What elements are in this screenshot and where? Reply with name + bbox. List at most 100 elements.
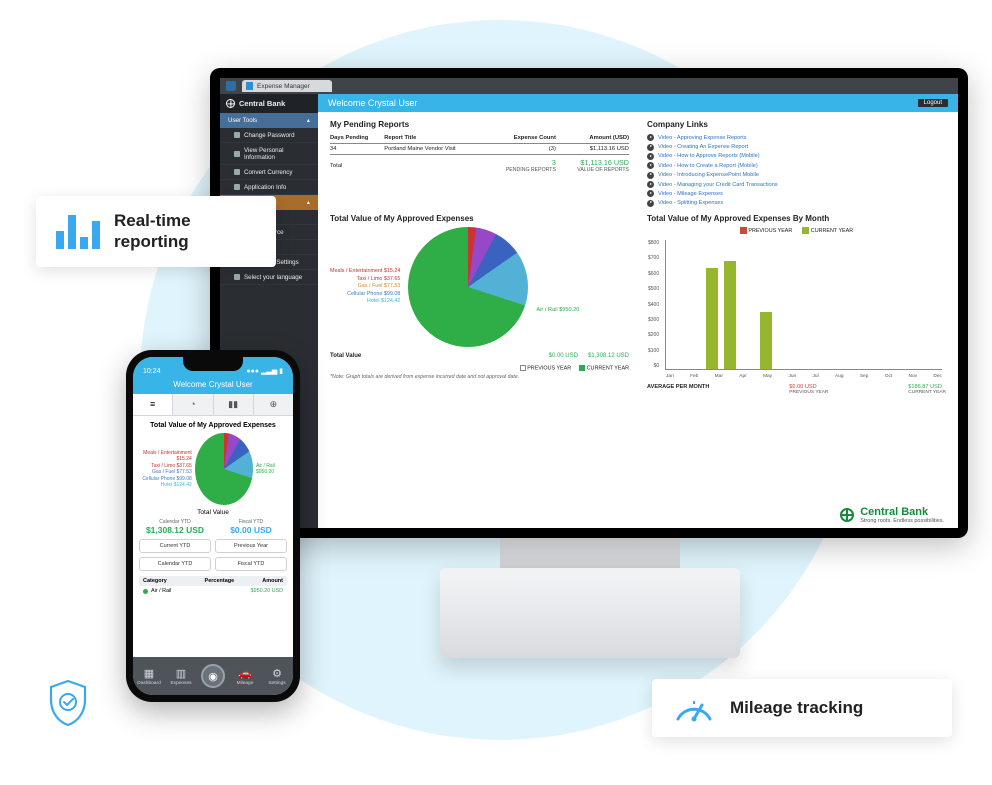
nav-capture[interactable]: ◉ [197,657,229,695]
browser-tab-bar: Expense Manager [220,78,958,94]
phone-bottom-nav: ▦Dashboard ▥Expenses ◉ 🚗Mileage ⚙Setting… [133,657,293,695]
logout-button[interactable]: Logout [918,99,948,107]
link-row[interactable]: Video - Managing your Credit Card Transa… [647,180,946,189]
current-ytd-button[interactable]: Current YTD [139,539,211,553]
phone-tabs: ≡ ◔ ▮▮ ⊕ [133,394,293,416]
nav-expenses[interactable]: ▥Expenses [165,657,197,695]
sidebar-item-convert-currency[interactable]: Convert Currency [220,165,318,180]
bar-chart-icon [56,213,100,249]
phone-welcome: Welcome Crystal User [133,377,293,394]
approved-expenses-bar-panel: Total Value of My Approved Expenses By M… [647,214,946,488]
main-content: Welcome Crystal User Logout My Pending R… [318,94,958,528]
brand-header: Central Bank [220,94,318,113]
status-time: 10:24 [143,368,161,375]
car-icon: 🚗 [238,667,252,680]
feature-label: Real-time reporting [114,210,256,253]
browser-tab[interactable]: Expense Manager [242,80,332,92]
pie-legend: PREVIOUS YEAR CURRENT YEAR [520,365,629,371]
link-row[interactable]: Video - Introducing ExpensePoint Mobile [647,171,946,180]
sidebar-item-app-info[interactable]: Application Info [220,180,318,195]
chevron-up-icon: ▴ [307,117,310,124]
play-icon [647,172,654,179]
panel-title: Company Links [647,120,946,129]
play-icon [647,181,654,188]
back-button[interactable] [226,81,236,91]
pending-reports-table: Days Pending Report Title Expense Count … [330,133,629,175]
info-icon [234,184,240,190]
tab-list[interactable]: ≡ [133,394,173,415]
phone-pie-chart [195,433,253,505]
phone-chart-title: Total Value of My Approved Expenses [139,422,287,429]
link-row[interactable]: Video - Approving Expense Reports [647,133,946,142]
sidebar-item-personal-info[interactable]: View Personal Information [220,143,318,165]
fiscal-ytd-button[interactable]: Fiscal YTD [215,557,287,571]
play-icon [647,162,654,169]
table-row[interactable]: 34 Portland Maine Vendor Visit (3) $1,11… [330,144,629,155]
key-icon [234,132,240,138]
chevron-up-icon: ▴ [307,199,310,206]
total-value-label: Total Value [139,509,287,516]
status-icons: ●●● ▂▃▅ ▮ [246,367,283,375]
category-table-header: Category Percentage Amount [139,576,287,586]
phone-content: Total Value of My Approved Expenses Meal… [133,416,293,657]
play-icon [647,153,654,160]
pending-reports-panel: My Pending Reports Days Pending Report T… [330,120,629,208]
link-row[interactable]: Video - Mileage Expenses [647,189,946,198]
brand-logo-icon [840,508,854,522]
bar-chart: $800$700$600$500$400$300$200$100$0 [665,240,942,370]
feature-card-mileage: Mileage tracking [652,679,952,737]
camera-icon: ◉ [201,664,225,688]
category-row[interactable]: Air / Rail $950.20 USD [139,586,287,596]
shield-check-icon [46,678,90,733]
link-row[interactable]: Video - How to Approve Reports (Mobile) [647,152,946,161]
play-icon [647,200,654,207]
panel-title: My Pending Reports [330,120,629,129]
nav-section-user-tools[interactable]: User Tools ▴ [220,113,318,128]
user-icon [234,151,240,157]
chart-note: *Note: Graph totals are derived from exp… [330,374,629,380]
calendar-ytd-value: $1,308.12 USD [139,525,211,535]
welcome-text: Welcome Crystal User [328,98,417,108]
grid-icon: ▦ [144,667,154,680]
footer-brand: Central Bank Strong roots. Endless possi… [318,500,958,528]
sidebar-item-change-password[interactable]: Change Password [220,128,318,143]
pie-chart [408,227,528,347]
welcome-bar: Welcome Crystal User Logout [318,94,958,112]
link-row[interactable]: Video - How to Create a Report (Mobile) [647,161,946,170]
play-icon [647,144,654,151]
phone-screen: 10:24 ●●● ▂▃▅ ▮ Welcome Crystal User ≡ ◔… [133,357,293,695]
currency-icon [234,169,240,175]
nav-mileage[interactable]: 🚗Mileage [229,657,261,695]
gauge-icon [672,693,716,723]
play-icon [647,190,654,197]
phone-frame: 10:24 ●●● ▂▃▅ ▮ Welcome Crystal User ≡ ◔… [126,350,300,702]
list-icon: ▥ [176,667,186,680]
bar-legend: PREVIOUS YEAR CURRENT YEAR [647,227,946,234]
category-color-dot [143,589,148,594]
play-icon [647,134,654,141]
nav-dashboard[interactable]: ▦Dashboard [133,657,165,695]
feature-card-reporting: Real-time reporting [36,196,276,267]
previous-year-button[interactable]: Previous Year [215,539,287,553]
chart-title: Total Value of My Approved Expenses By M… [647,214,946,223]
tab-bars[interactable]: ▮▮ [214,394,254,415]
chart-title: Total Value of My Approved Expenses [330,214,629,223]
brand-logo-icon [226,99,235,108]
fiscal-ytd-value: $0.00 USD [215,525,287,535]
tab-pie[interactable]: ◔ [173,394,213,415]
link-row[interactable]: Video - Creating An Expense Report [647,142,946,151]
link-row[interactable]: Video - Splitting Expenses [647,199,946,208]
monitor-frame: Expense Manager Central Bank User Tools … [210,68,968,538]
feature-label: Mileage tracking [730,697,863,718]
company-links-panel: Company Links Video - Approving Expense … [647,120,946,208]
sidebar-item-language[interactable]: Select your language [220,270,318,285]
monitor-base [440,568,740,658]
brand-name: Central Bank [239,99,285,108]
approved-expenses-pie-panel: Total Value of My Approved Expenses Meal… [330,214,629,488]
tab-title: Expense Manager [257,83,310,90]
tab-globe[interactable]: ⊕ [254,394,293,415]
nav-settings[interactable]: ⚙Settings [261,657,293,695]
calendar-ytd-button[interactable]: Calendar YTD [139,557,211,571]
desktop-screen: Expense Manager Central Bank User Tools … [220,78,958,528]
pie-slice-labels: Meals / Entertainment $15.24 Taxi / Limo… [330,268,400,306]
